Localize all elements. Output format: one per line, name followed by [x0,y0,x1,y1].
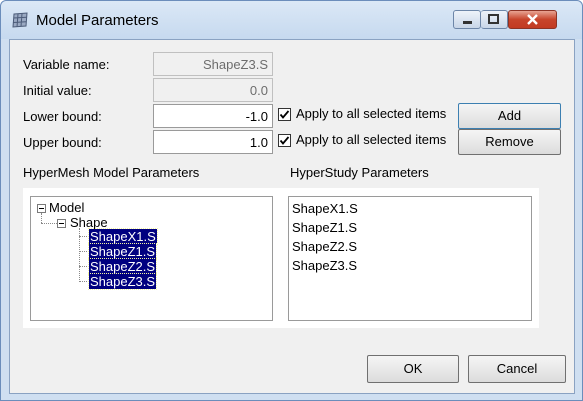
tree-item-shapez3[interactable]: ShapeZ3.S [87,273,158,290]
add-button[interactable]: Add [458,103,561,129]
tree-connector [79,266,87,267]
tree-connector [41,223,57,224]
checkmark-icon [279,136,290,145]
maximize-icon [488,14,499,24]
window-title: Model Parameters [36,12,159,29]
dialog-body: Variable name: ShapeZ3.S Initial value: … [9,39,575,394]
apply-lower-label[interactable]: Apply to all selected items [296,106,446,121]
grid-app-icon [12,12,28,28]
tree-connector [79,281,87,282]
tree-connector [79,236,87,237]
apply-upper-label[interactable]: Apply to all selected items [296,132,446,147]
close-icon [527,14,538,25]
lower-bound-input[interactable]: -1.0 [153,104,273,128]
tree-node-model[interactable]: Model [49,200,84,215]
close-button[interactable] [508,10,557,29]
collapse-shape-icon[interactable] [57,219,66,228]
tree-connector [79,251,87,252]
hypermesh-tree[interactable]: Model Shape ShapeX1.S ShapeZ1.S ShapeZ2.… [30,196,273,321]
variable-name-label: Variable name: [23,57,110,72]
cancel-button[interactable]: Cancel [468,355,566,383]
parameters-panel: Model Shape ShapeX1.S ShapeZ1.S ShapeZ2.… [23,188,539,328]
list-item[interactable]: ShapeZ3.S [292,258,357,273]
tree-node-shape[interactable]: Shape [70,215,108,230]
upper-bound-label: Upper bound: [23,135,102,150]
tree-item-shapez2[interactable]: ShapeZ2.S [87,258,158,275]
tree-item-shapez1[interactable]: ShapeZ1.S [87,243,158,260]
remove-button[interactable]: Remove [458,129,561,155]
maximize-button[interactable] [481,10,508,29]
model-parameters-window: Model Parameters Variable name: ShapeZ3.… [0,0,583,401]
initial-value-field: 0.0 [153,78,273,102]
tree-item-shapex1[interactable]: ShapeX1.S [88,228,158,245]
hypermesh-section-title: HyperMesh Model Parameters [23,165,200,180]
list-item[interactable]: ShapeZ1.S [292,220,357,235]
collapse-model-icon[interactable] [37,204,46,213]
list-item[interactable]: ShapeX1.S [292,201,358,216]
initial-value-label: Initial value: [23,83,92,98]
apply-upper-checkbox[interactable] [278,134,291,147]
minimize-icon [463,21,472,24]
hyperstudy-list[interactable]: ShapeX1.S ShapeZ1.S ShapeZ2.S ShapeZ3.S [288,196,532,321]
list-item[interactable]: ShapeZ2.S [292,239,357,254]
tree-connector [41,213,42,223]
checkmark-icon [279,110,290,119]
apply-lower-checkbox[interactable] [278,108,291,121]
lower-bound-label: Lower bound: [23,109,102,124]
variable-name-field: ShapeZ3.S [153,52,273,76]
hyperstudy-section-title: HyperStudy Parameters [290,165,429,180]
title-bar[interactable]: Model Parameters [1,1,582,39]
upper-bound-input[interactable]: 1.0 [153,130,273,154]
minimize-button[interactable] [453,10,481,29]
ok-button[interactable]: OK [367,355,459,383]
